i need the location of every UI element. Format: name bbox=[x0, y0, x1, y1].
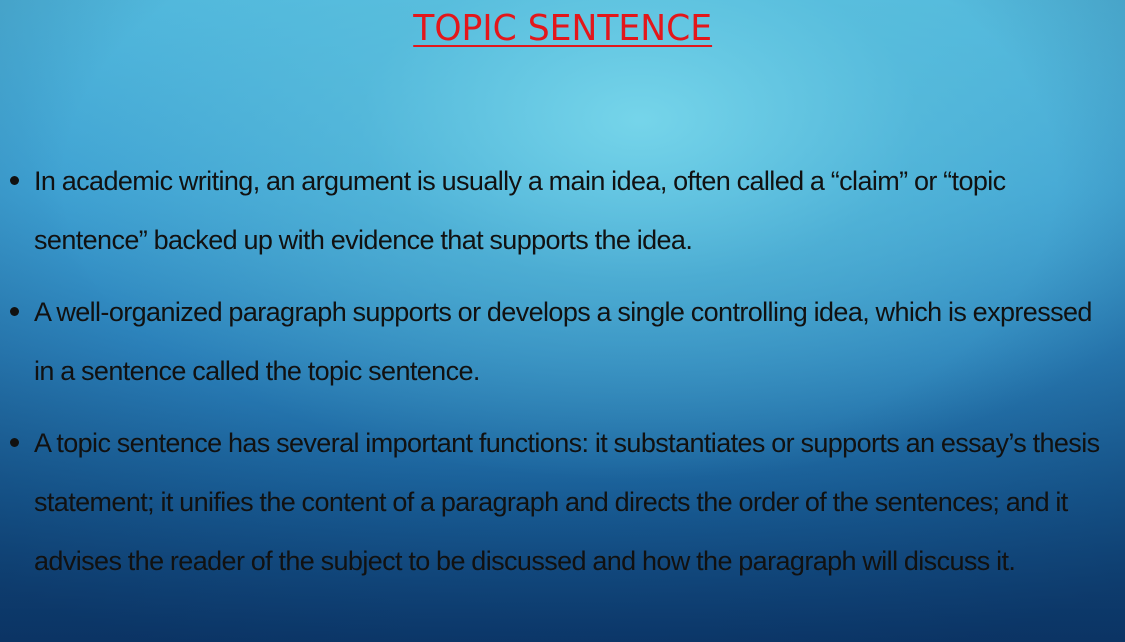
bullet-item: A well-organized paragraph supports or d… bbox=[0, 283, 1125, 401]
bullet-text: A topic sentence has several important f… bbox=[34, 428, 1100, 576]
bullet-text: A well-organized paragraph supports or d… bbox=[34, 297, 1092, 386]
presentation-slide: TOPIC SENTENCE In academic writing, an a… bbox=[0, 0, 1125, 642]
slide-title: TOPIC SENTENCE bbox=[0, 8, 1125, 49]
bullet-item: In academic writing, an argument is usua… bbox=[0, 152, 1125, 270]
bullet-point-icon bbox=[10, 176, 19, 185]
bullet-point-icon bbox=[10, 438, 19, 447]
bullet-item: A topic sentence has several important f… bbox=[0, 414, 1125, 591]
bullet-point-icon bbox=[10, 307, 19, 316]
slide-title-text: TOPIC SENTENCE bbox=[413, 8, 712, 49]
bullet-list: In academic writing, an argument is usua… bbox=[0, 152, 1125, 604]
bullet-text: In academic writing, an argument is usua… bbox=[34, 166, 1006, 255]
